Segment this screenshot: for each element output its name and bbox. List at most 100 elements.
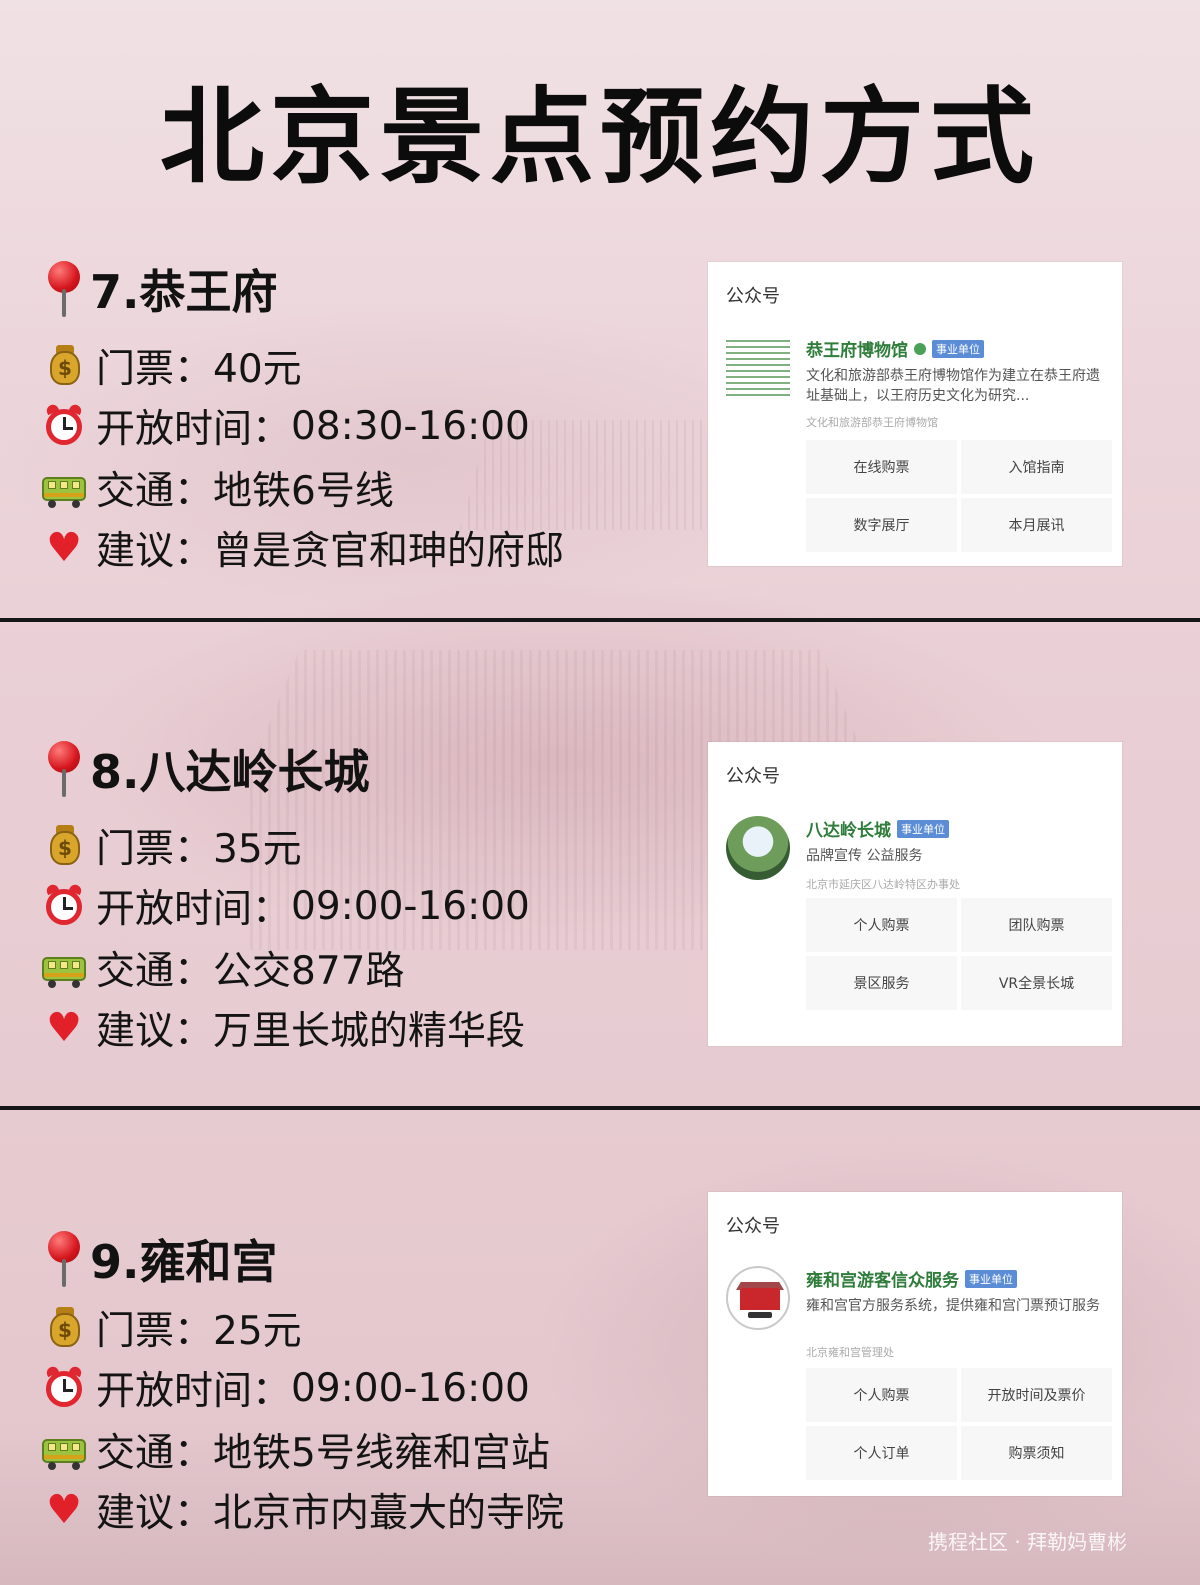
menu-item[interactable]: 开放时间及票价 — [961, 1368, 1112, 1422]
attraction-heading: 9.雍和宫 — [46, 1226, 277, 1292]
account-menu: 在线购票 入馆指南 数字展厅 本月展讯 — [806, 440, 1112, 552]
account-type-badge: 事业单位 — [897, 819, 949, 838]
hours-row: 开放时间： 08:30-16:00 — [40, 398, 530, 454]
hours-row: 开放时间： 09:00-16:00 — [40, 1360, 530, 1416]
account-name-text: 八达岭长城 — [806, 821, 891, 841]
menu-item[interactable]: 数字展厅 — [806, 498, 957, 552]
museum-logo-icon — [726, 336, 790, 400]
page-title: 北京景点预约方式 — [159, 76, 1040, 198]
transit-label: 交通： — [96, 949, 214, 994]
hours-label: 开放时间： — [96, 1369, 292, 1414]
account-owner: 北京雍和宫管理处 — [806, 1346, 894, 1359]
account-owner: 北京市延庆区八达岭特区办事处 — [806, 878, 960, 891]
attraction-name: 9.雍和宫 — [90, 1235, 278, 1289]
tip-row: ♥ 建议： 万里长城的精华段 — [40, 1000, 525, 1056]
menu-item[interactable]: 个人订单 — [806, 1426, 957, 1480]
account-name[interactable]: 恭王府博物馆 事业单位 — [806, 336, 984, 361]
ticket-row: $ 门票： 40元 — [40, 338, 302, 394]
pin-icon — [46, 1231, 82, 1287]
ticket-price: 35元 — [213, 827, 302, 872]
ticket-row: $ 门票： 35元 — [40, 818, 302, 874]
transit-row: 交通： 地铁6号线 — [40, 460, 394, 516]
money-bag-icon: $ — [40, 823, 88, 869]
tip-label: 建议： — [96, 529, 214, 574]
card-category: 公众号 — [726, 286, 780, 307]
menu-item[interactable]: 在线购票 — [806, 440, 957, 494]
ticket-row: $ 门票： 25元 — [40, 1300, 302, 1356]
attraction-heading: 8.八达岭长城 — [46, 736, 369, 802]
tip-text: 万里长城的精华段 — [213, 1009, 526, 1054]
menu-item[interactable]: 景区服务 — [806, 956, 957, 1010]
transit-info: 地铁6号线 — [213, 469, 394, 514]
great-wall-logo-icon — [726, 816, 790, 880]
menu-item[interactable]: 个人购票 — [806, 1368, 957, 1422]
transit-label: 交通： — [96, 1431, 214, 1476]
tip-row: ♥ 建议： 北京市内蕞大的寺院 — [40, 1482, 564, 1538]
heart-icon: ♥ — [46, 525, 82, 571]
temple-logo-icon — [726, 1266, 790, 1330]
hours-label: 开放时间： — [96, 887, 292, 932]
opening-hours: 08:30-16:00 — [291, 403, 530, 449]
wechat-account-card[interactable]: 公众号 恭王府博物馆 事业单位 文化和旅游部恭王府博物馆作为建立在恭王府遗址基础… — [708, 262, 1122, 566]
card-category: 公众号 — [726, 766, 780, 787]
menu-item[interactable]: 本月展讯 — [961, 498, 1112, 552]
account-description: 品牌宣传 公益服务 — [806, 848, 923, 864]
section-divider — [0, 1106, 1200, 1110]
wechat-account-card[interactable]: 公众号 八达岭长城 事业单位 品牌宣传 公益服务 北京市延庆区八达岭特区办事处 … — [708, 742, 1122, 1046]
transit-info: 地铁5号线雍和宫站 — [213, 1431, 550, 1476]
ticket-label: 门票： — [96, 827, 214, 872]
tram-icon — [40, 465, 88, 511]
tram-icon — [40, 945, 88, 991]
tip-row: ♥ 建议： 曾是贪官和珅的府邸 — [40, 520, 564, 576]
account-owner: 文化和旅游部恭王府博物馆 — [806, 416, 938, 429]
transit-label: 交通： — [96, 469, 214, 514]
attraction-name: 7.恭王府 — [90, 265, 278, 319]
opening-hours: 09:00-16:00 — [291, 1365, 530, 1411]
tip-text: 北京市内蕞大的寺院 — [213, 1491, 565, 1536]
verified-icon — [914, 342, 926, 355]
account-name[interactable]: 雍和宫游客信众服务 事业单位 — [806, 1266, 1017, 1291]
transit-row: 交通： 公交877路 — [40, 940, 404, 996]
menu-item[interactable]: VR全景长城 — [961, 956, 1112, 1010]
tram-icon — [40, 1427, 88, 1473]
alarm-clock-icon — [40, 882, 88, 929]
ticket-label: 门票： — [96, 1309, 214, 1354]
hours-label: 开放时间： — [96, 407, 292, 452]
alarm-clock-icon — [40, 402, 88, 449]
menu-item[interactable]: 个人购票 — [806, 898, 957, 952]
hours-row: 开放时间： 09:00-16:00 — [40, 878, 530, 934]
ticket-price: 25元 — [213, 1309, 302, 1354]
ticket-label: 门票： — [96, 347, 214, 392]
money-bag-icon: $ — [40, 1305, 88, 1351]
account-type-badge: 事业单位 — [965, 1269, 1017, 1288]
money-bag-icon: $ — [40, 343, 88, 389]
menu-item[interactable]: 团队购票 — [961, 898, 1112, 952]
menu-item[interactable]: 购票须知 — [961, 1426, 1112, 1480]
section-divider — [0, 618, 1200, 622]
card-category: 公众号 — [726, 1216, 780, 1237]
pin-icon — [46, 261, 82, 317]
heart-icon: ♥ — [46, 1005, 82, 1051]
watermark: 携程社区 · 拜勒妈曹彬 — [928, 1530, 1128, 1554]
attraction-heading: 7.恭王府 — [46, 256, 277, 322]
account-menu: 个人购票 开放时间及票价 个人订单 购票须知 — [806, 1368, 1112, 1480]
menu-item[interactable]: 入馆指南 — [961, 440, 1112, 494]
tip-text: 曾是贪官和珅的府邸 — [213, 529, 565, 574]
account-menu: 个人购票 团队购票 景区服务 VR全景长城 — [806, 898, 1112, 1010]
tip-label: 建议： — [96, 1009, 214, 1054]
alarm-clock-icon — [40, 1364, 88, 1411]
wechat-account-card[interactable]: 公众号 雍和宫游客信众服务 事业单位 雍和宫官方服务系统，提供雍和宫门票预订服务… — [708, 1192, 1122, 1496]
tip-label: 建议： — [96, 1491, 214, 1536]
pin-icon — [46, 741, 82, 797]
heart-icon: ♥ — [46, 1487, 82, 1533]
account-name[interactable]: 八达岭长城 事业单位 — [806, 816, 949, 841]
transit-info: 公交877路 — [213, 949, 405, 994]
account-name-text: 恭王府博物馆 — [806, 341, 908, 361]
opening-hours: 09:00-16:00 — [291, 883, 530, 929]
account-description: 雍和宫官方服务系统，提供雍和宫门票预订服务 — [806, 1298, 1100, 1314]
ticket-price: 40元 — [213, 347, 302, 392]
account-name-text: 雍和宫游客信众服务 — [806, 1271, 959, 1291]
account-type-badge: 事业单位 — [932, 339, 984, 358]
account-description: 文化和旅游部恭王府博物馆作为建立在恭王府遗址基础上，以王府历史文化为研究... — [806, 368, 1100, 404]
transit-row: 交通： 地铁5号线雍和宫站 — [40, 1422, 550, 1478]
